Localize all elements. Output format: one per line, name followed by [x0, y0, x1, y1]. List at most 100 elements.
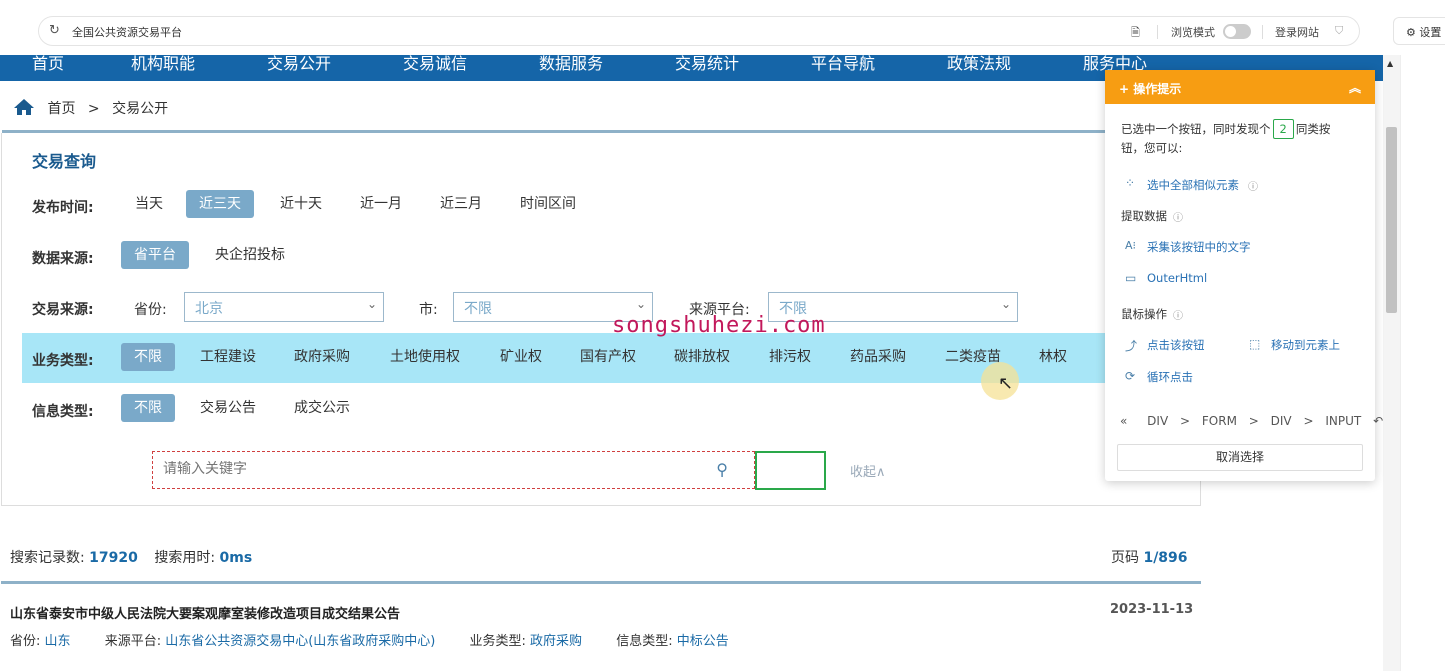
chevron-right-icon: >: [1180, 414, 1191, 428]
reader-icon[interactable]: 🗎: [1131, 24, 1140, 43]
path-node[interactable]: DIV: [1147, 414, 1168, 428]
source-option-central[interactable]: 央企招投标: [202, 241, 298, 269]
search-icon[interactable]: ⚲: [716, 460, 728, 479]
nav-item-trade-public[interactable]: 交易公开: [267, 55, 331, 74]
info-icon[interactable]: ⓘ: [1173, 307, 1183, 322]
similar-count: 2: [1272, 119, 1294, 139]
collapse-link[interactable]: 收起∧: [850, 461, 886, 480]
page-label: 页码: [1111, 550, 1139, 566]
breadcrumb-home[interactable]: 首页: [47, 101, 75, 117]
loop-click[interactable]: 循环点击: [1147, 369, 1193, 385]
select-all-similar[interactable]: 选中全部相似元素: [1147, 177, 1239, 193]
search-input[interactable]: [163, 461, 683, 477]
nav-item-agency[interactable]: 机构职能: [131, 55, 195, 74]
divider: [1262, 25, 1263, 39]
watermark: songshuhezi.com: [612, 313, 826, 338]
grid-icon: ⁘: [1125, 176, 1136, 190]
source-label: 数据来源:: [32, 251, 94, 267]
popup-title: 操作提示: [1133, 82, 1182, 96]
info-option[interactable]: 不限: [121, 394, 175, 422]
meta-info-type[interactable]: 中标公告: [677, 634, 729, 649]
collapse-icon[interactable]: ︽: [1349, 79, 1361, 96]
result-date: 2023-11-13: [1110, 602, 1194, 617]
login-site-button[interactable]: 登录网站: [1275, 24, 1319, 40]
click-button[interactable]: 点击该按钮: [1147, 337, 1205, 353]
page-number: 1/896: [1143, 550, 1188, 566]
cancel-selection-button[interactable]: 取消选择: [1117, 444, 1363, 471]
biz-option[interactable]: 碳排放权: [661, 343, 743, 371]
source-option-province[interactable]: 省平台: [121, 241, 189, 269]
biz-label: 业务类型:: [32, 353, 94, 369]
nav-item-policy[interactable]: 政策法规: [947, 55, 1011, 74]
breadcrumb: 首页 > 交易公开: [13, 98, 168, 122]
meta-label: 来源平台:: [104, 634, 162, 649]
nav-item-data[interactable]: 数据服务: [539, 55, 603, 74]
scrollbar-thumb[interactable]: [1386, 127, 1397, 313]
address-text[interactable]: 全国公共资源交易平台: [72, 24, 182, 40]
loop-icon: ⟳: [1125, 369, 1136, 383]
biz-option[interactable]: 药品采购: [837, 343, 919, 371]
undo-icon[interactable]: ↶: [1373, 414, 1383, 428]
info-option[interactable]: 成交公示: [281, 394, 363, 422]
info-icon[interactable]: ⓘ: [1248, 178, 1258, 193]
double-chevron-left-icon[interactable]: «: [1120, 414, 1127, 428]
info-label: 信息类型:: [32, 404, 94, 420]
browse-mode-toggle[interactable]: [1223, 24, 1251, 39]
settings-button[interactable]: ⚙ 设置: [1393, 17, 1445, 45]
meta-province[interactable]: 山东: [45, 634, 71, 649]
time-option-today[interactable]: 当天: [122, 190, 176, 218]
biz-option[interactable]: 工程建设: [187, 343, 269, 371]
home-icon[interactable]: [13, 98, 35, 116]
path-node[interactable]: INPUT: [1325, 414, 1361, 428]
result-stats: 搜索记录数: 17920 搜索用时: 0ms: [10, 547, 252, 567]
time-option-10days[interactable]: 近十天: [267, 190, 335, 218]
time-option-range[interactable]: 时间区间: [507, 190, 589, 218]
scroll-up-icon[interactable]: ▲: [1387, 59, 1393, 68]
address-bar[interactable]: ↻ 全国公共资源交易平台 🗎 浏览模式 登录网站 ⛉: [38, 16, 1360, 46]
city-label: 市:: [419, 302, 438, 318]
chevron-down-icon: ⌄: [635, 297, 646, 311]
search-button[interactable]: [755, 451, 826, 490]
nav-item-stats[interactable]: 交易统计: [675, 55, 739, 74]
result-title[interactable]: 山东省泰安市中级人民法院大要案观摩室装修改造项目成交结果公告: [10, 603, 400, 622]
time-used: 0ms: [219, 550, 253, 566]
meta-platform[interactable]: 山东省公共资源交易中心(山东省政府采购中心): [165, 634, 435, 649]
plus-icon: +: [1119, 82, 1130, 96]
biz-option[interactable]: 不限: [121, 343, 175, 371]
time-option-1month[interactable]: 近一月: [347, 190, 415, 218]
path-node[interactable]: DIV: [1271, 414, 1292, 428]
popup-intro: 已选中一个按钮，同时发现个 2 同类按 钮，您可以:: [1121, 119, 1361, 157]
nav-item-integrity[interactable]: 交易诚信: [403, 55, 467, 74]
breadcrumb-current: 交易公开: [112, 101, 169, 117]
reload-icon[interactable]: ↻: [49, 23, 60, 38]
info-icon[interactable]: ⓘ: [1173, 209, 1183, 224]
path-node[interactable]: FORM: [1202, 414, 1237, 428]
province-select[interactable]: 北京 ⌄: [184, 292, 384, 322]
meta-biz-type[interactable]: 政府采购: [530, 634, 582, 649]
nav-item-home[interactable]: 首页: [32, 55, 64, 74]
biz-option[interactable]: 政府采购: [281, 343, 363, 371]
info-option[interactable]: 交易公告: [187, 394, 269, 422]
time-option-3months[interactable]: 近三月: [427, 190, 495, 218]
time-used-label: 搜索用时:: [154, 550, 216, 566]
outer-html[interactable]: OuterHtml: [1147, 271, 1207, 285]
mouse-cursor-icon: ↖: [998, 373, 1014, 394]
mouse-ops-label: 鼠标操作: [1121, 307, 1167, 321]
move-to-element[interactable]: 移动到元素上: [1271, 337, 1340, 353]
nav-item-platform[interactable]: 平台导航: [811, 55, 875, 74]
biz-option[interactable]: 排污权: [756, 343, 824, 371]
trade-source-label: 交易来源:: [32, 302, 94, 318]
time-option-3days[interactable]: 近三天: [186, 190, 254, 218]
count-label: 搜索记录数:: [10, 550, 85, 566]
biz-option[interactable]: 土地使用权: [377, 343, 473, 371]
popup-header: + 操作提示 ︽: [1105, 70, 1375, 104]
meta-label: 信息类型:: [616, 634, 673, 649]
collect-text[interactable]: 采集该按钮中的文字: [1147, 239, 1251, 255]
hover-icon: ⬚: [1249, 337, 1261, 351]
chevron-right-icon: >: [1303, 414, 1314, 428]
chevron-down-icon: ⌄: [1000, 297, 1011, 311]
search-box[interactable]: ⚲: [152, 451, 755, 489]
biz-option[interactable]: 国有产权: [567, 343, 649, 371]
biz-option[interactable]: 林权: [1026, 343, 1080, 371]
biz-option[interactable]: 矿业权: [487, 343, 555, 371]
